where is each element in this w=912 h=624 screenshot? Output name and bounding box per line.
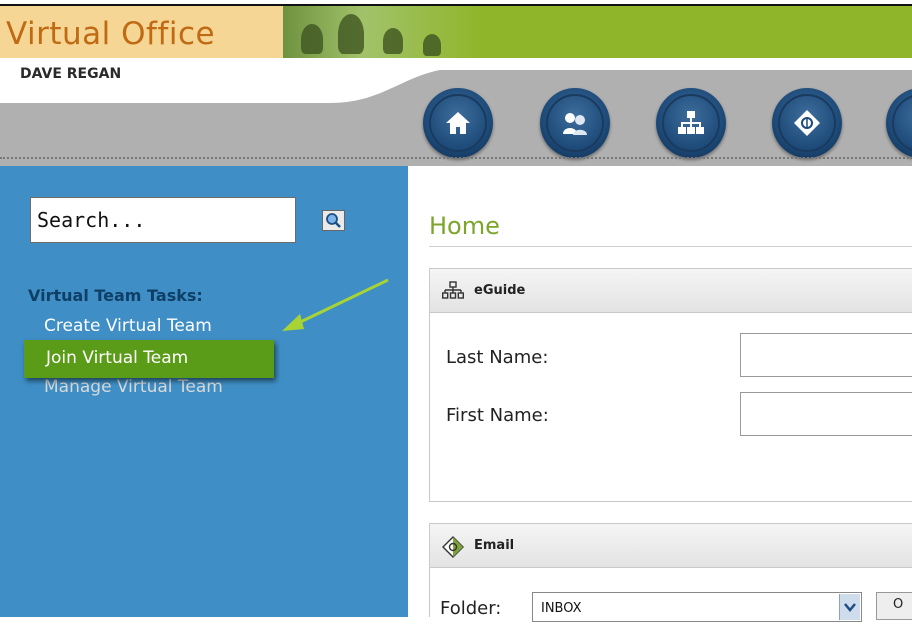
- nav-team-button[interactable]: [540, 88, 610, 158]
- folder-selected-value: INBOX: [541, 601, 582, 616]
- chevron-down-icon[interactable]: [839, 594, 860, 620]
- eguide-panel: eGuide Last Name: First Name:: [429, 268, 912, 502]
- email-icon: [442, 536, 464, 558]
- folder-label: Folder:: [440, 598, 502, 619]
- eguide-title: eGuide: [474, 283, 526, 298]
- email-icon: [794, 110, 820, 136]
- app-header: Virtual Office DAVE REGAN: [0, 6, 912, 166]
- last-name-field[interactable]: [740, 333, 912, 377]
- nav-email-button[interactable]: [772, 88, 842, 158]
- task-create-virtual-team[interactable]: Create Virtual Team: [44, 316, 212, 336]
- last-name-label: Last Name:: [446, 347, 549, 368]
- user-name: DAVE REGAN: [20, 66, 122, 82]
- task-manage-virtual-team[interactable]: Manage Virtual Team: [44, 377, 223, 397]
- title-divider: [429, 246, 912, 247]
- tasks-heading: Virtual Team Tasks:: [28, 286, 203, 305]
- logo-box: Virtual Office: [0, 6, 283, 58]
- home-icon: [446, 112, 470, 134]
- team-icon: [563, 113, 587, 135]
- header-photo: [283, 6, 483, 58]
- folder-select[interactable]: INBOX: [532, 592, 862, 622]
- open-folder-button[interactable]: O: [876, 592, 912, 620]
- header-divider: [0, 157, 912, 159]
- photo-person-2: [338, 14, 364, 54]
- eguide-panel-header: eGuide: [430, 269, 912, 313]
- first-name-field[interactable]: [740, 392, 912, 436]
- hierarchy-icon: [442, 281, 464, 299]
- email-panel-header: Email: [430, 524, 912, 568]
- search-button[interactable]: [322, 210, 345, 231]
- task-join-virtual-team[interactable]: Join Virtual Team: [24, 340, 274, 378]
- search-input[interactable]: [30, 197, 296, 243]
- nav-home-button[interactable]: [423, 88, 493, 158]
- email-panel: Email Folder: INBOX O: [429, 523, 912, 622]
- photo-person-3: [383, 28, 403, 54]
- search-icon: [326, 213, 341, 228]
- app-title: Virtual Office: [6, 16, 216, 52]
- first-name-label: First Name:: [446, 405, 549, 426]
- hierarchy-icon: [678, 111, 704, 134]
- photo-person-1: [301, 24, 323, 54]
- photo-person-4: [423, 34, 441, 56]
- email-title: Email: [474, 538, 515, 553]
- page-title: Home: [429, 212, 500, 240]
- nav-hierarchy-button[interactable]: [656, 88, 726, 158]
